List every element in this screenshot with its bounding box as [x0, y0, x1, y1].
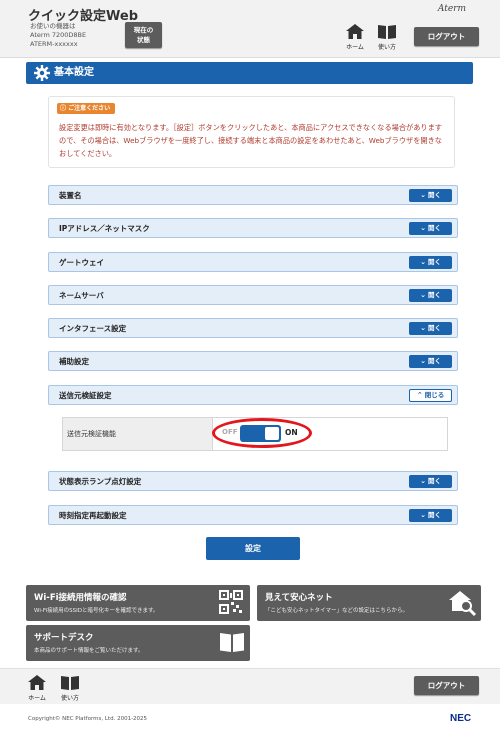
status-button-line2: 状態 [137, 36, 150, 44]
home-label: ホーム [346, 44, 364, 51]
open-button-label: 開く [427, 291, 441, 299]
chevron-down-icon: ⌄ [420, 291, 426, 299]
book-icon [61, 676, 79, 690]
status-button-line1: 現在の [133, 26, 154, 34]
source-validation-label: 送信元検証機能 [67, 430, 116, 438]
chevron-down-icon: ⌄ [420, 511, 426, 519]
apply-button[interactable]: 設定 [206, 537, 300, 560]
device-name: ATERM-xxxxxx [30, 40, 78, 48]
howto-label: 使い方 [377, 44, 396, 51]
warning-icon: ⓘ [60, 105, 67, 112]
section-label: インタフェース設定 [59, 324, 127, 333]
footer-howto-nav[interactable]: 使い方 [60, 675, 80, 702]
open-button-label: 開く [427, 477, 441, 485]
logout-button[interactable]: ログアウト [414, 27, 479, 46]
section-auxiliary[interactable]: 補助設定 ⌄ 開く [48, 351, 458, 371]
section-ip-netmask[interactable]: IPアドレス／ネットマスク ⌄ 開く [48, 218, 458, 238]
home-label: ホーム [28, 695, 46, 702]
section-label: 時刻指定再起動設定 [59, 511, 127, 520]
footer-home-nav[interactable]: ホーム [28, 675, 46, 702]
copyright: Copyright© NEC Platforms, Ltd. 2001-2025 [28, 716, 148, 722]
home-nav[interactable]: ホーム [346, 24, 364, 51]
section-label: 装置名 [59, 191, 82, 200]
section-source-validation[interactable]: 送信元検証設定 ⌃ 閉じる [48, 385, 458, 405]
section-name-server[interactable]: ネームサーバ ⌄ 開く [48, 285, 458, 305]
open-button[interactable]: ⌄ 開く [409, 256, 452, 269]
open-button-label: 開く [427, 191, 441, 199]
qr-code-icon [219, 590, 243, 614]
tile-desc: 本商品のサポート情報をご覧いただけます。 [34, 648, 144, 654]
toggle-on-label: ON [285, 428, 298, 437]
section-label: ネームサーバ [59, 291, 104, 300]
tile-desc: 「こども安心ネットタイマー」などの設定はこちらから。 [265, 608, 409, 614]
chevron-up-icon: ⌃ [416, 391, 423, 399]
chevron-down-icon: ⌄ [420, 477, 426, 485]
close-button-label: 閉じる [424, 391, 445, 399]
chevron-down-icon: ⌄ [420, 191, 426, 199]
chevron-down-icon: ⌄ [420, 357, 426, 365]
close-button[interactable]: ⌃ 閉じる [409, 389, 452, 402]
book-icon [220, 633, 244, 652]
open-button-label: 開く [427, 258, 441, 266]
open-button-label: 開く [427, 224, 441, 232]
page-title: 基本設定 [54, 67, 94, 78]
support-desk-tile[interactable]: サポートデスク 本商品のサポート情報をご覧いただけます。 [26, 625, 250, 661]
footer-bar: ホーム 使い方 ログアウト [0, 668, 500, 704]
howto-label: 使い方 [60, 695, 79, 702]
section-device-name[interactable]: 装置名 ⌄ 開く [48, 185, 458, 205]
open-button[interactable]: ⌄ 開く [409, 189, 452, 202]
source-validation-toggle[interactable] [240, 425, 281, 442]
toggle-off-label: OFF [222, 428, 238, 436]
current-status-button[interactable]: 現在の 状態 [125, 22, 162, 48]
mieru-anshin-tile[interactable]: 見えて安心ネット 「こども安心ネットタイマー」などの設定はこちらから。 [257, 585, 481, 621]
wifi-info-tile[interactable]: Wi-Fi接続用情報の確認 Wi-Fi接続用のSSIDと暗号化キーを確認できます… [26, 585, 250, 621]
section-label: IPアドレス／ネットマスク [59, 224, 150, 233]
section-label: 状態表示ランプ点灯設定 [59, 477, 142, 486]
open-button-label: 開く [427, 357, 441, 365]
notice-tag-label: ご注意ください [68, 105, 111, 112]
toggle-knob[interactable] [265, 427, 279, 440]
open-button-label: 開く [427, 511, 441, 519]
howto-nav[interactable]: 使い方 [377, 24, 397, 51]
aterm-logo: Aterm [437, 4, 466, 14]
book-icon [378, 25, 396, 39]
open-button[interactable]: ⌄ 開く [409, 475, 452, 488]
notice-box: ⓘ ご注意ください 設定変更は即時に有効となります。［設定］ボタンをクリックした… [48, 96, 455, 168]
top-header: クイック設定Web お使いの機器は Aterm 7200D8BE ATERM-x… [0, 0, 500, 58]
home-search-icon [449, 591, 477, 617]
footer-logout-button[interactable]: ログアウト [414, 676, 479, 695]
section-label: 送信元検証設定 [59, 391, 112, 400]
tile-title: サポートデスク [34, 633, 94, 643]
section-label: 補助設定 [59, 357, 89, 366]
section-scheduled-reboot[interactable]: 時刻指定再起動設定 ⌄ 開く [48, 505, 458, 525]
open-button[interactable]: ⌄ 開く [409, 289, 452, 302]
chevron-down-icon: ⌄ [420, 258, 426, 266]
field-label-cell: 送信元検証機能 [63, 418, 213, 450]
section-label: ゲートウェイ [59, 258, 104, 267]
page-title-bar: 基本設定 [26, 62, 473, 84]
tile-title: 見えて安心ネット [265, 593, 333, 603]
device-model: Aterm 7200D8BE [30, 31, 87, 39]
gear-icon [34, 65, 50, 81]
section-status-lamp[interactable]: 状態表示ランプ点灯設定 ⌄ 開く [48, 471, 458, 491]
notice-text: 設定変更は即時に有効となります。［設定］ボタンをクリックしたあと、本商品にアクセ… [59, 123, 442, 158]
tile-desc: Wi-Fi接続用のSSIDと暗号化キーを確認できます。 [34, 608, 159, 614]
open-button[interactable]: ⌄ 開く [409, 355, 452, 368]
section-interface[interactable]: インタフェース設定 ⌄ 開く [48, 318, 458, 338]
open-button[interactable]: ⌄ 開く [409, 322, 452, 335]
open-button[interactable]: ⌄ 開く [409, 509, 452, 522]
chevron-down-icon: ⌄ [420, 224, 426, 232]
nec-logo: NEC [450, 713, 472, 724]
section-gateway[interactable]: ゲートウェイ ⌄ 開く [48, 252, 458, 272]
home-icon [28, 675, 46, 690]
open-button-label: 開く [427, 324, 441, 332]
device-info-line: お使いの機器は [30, 22, 76, 30]
open-button[interactable]: ⌄ 開く [409, 222, 452, 235]
device-info: お使いの機器は Aterm 7200D8BE ATERM-xxxxxx [30, 22, 86, 49]
tile-title: Wi-Fi接続用情報の確認 [34, 593, 127, 603]
chevron-down-icon: ⌄ [420, 324, 426, 332]
notice-tag: ⓘ ご注意ください [57, 103, 116, 114]
home-icon [346, 24, 364, 39]
